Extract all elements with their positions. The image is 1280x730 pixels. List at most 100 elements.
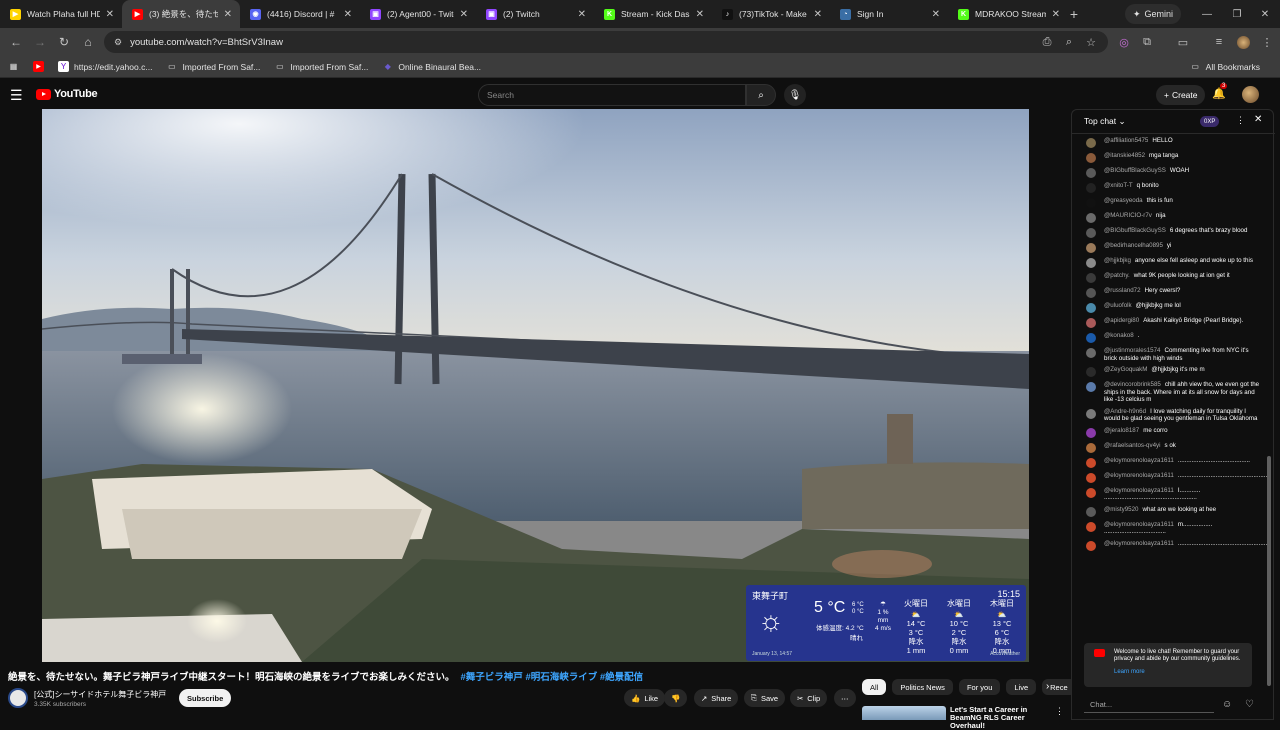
search-icon[interactable]: ⌕ — [746, 84, 776, 106]
tab-close-icon[interactable]: ✕ — [106, 9, 114, 20]
like-button[interactable]: 👍 Like — [624, 689, 666, 707]
maximize-icon[interactable]: ❐ — [1222, 0, 1252, 28]
chip-3[interactable]: Live — [1006, 679, 1037, 695]
chat-author[interactable]: @xnitoT-T — [1104, 182, 1133, 189]
chat-avatar[interactable] — [1086, 303, 1096, 313]
chat-author[interactable]: @apidergi80 — [1104, 317, 1139, 324]
chat-avatar[interactable] — [1086, 521, 1096, 532]
close-window-icon[interactable]: ✕ — [1250, 0, 1280, 28]
tab-close-icon[interactable]: ✕ — [814, 9, 822, 20]
home-icon[interactable]: ⌂ — [76, 30, 100, 54]
chat-author[interactable]: @bedirhancelha0895 — [1104, 242, 1163, 249]
chat-avatar[interactable] — [1086, 258, 1096, 268]
chat-avatar[interactable] — [1086, 198, 1096, 208]
browser-tab[interactable]: K MDRAKOO Stream ✕ — [948, 0, 1068, 28]
chat-author[interactable]: @russland72 — [1104, 287, 1141, 294]
avatar[interactable] — [1242, 86, 1259, 103]
chat-avatar[interactable] — [1086, 183, 1096, 193]
chat-avatar[interactable] — [1086, 408, 1096, 419]
create-button[interactable]: + Create — [1156, 85, 1206, 105]
bookmark-item[interactable]: ▭ Imported From Saf... — [166, 61, 260, 72]
bookmark-star-icon[interactable]: ☆ — [1080, 31, 1102, 53]
chat-avatar[interactable] — [1086, 318, 1096, 328]
tab-close-icon[interactable]: ✕ — [932, 9, 940, 20]
profile-avatar-icon[interactable] — [1232, 31, 1254, 53]
tab-close-icon[interactable]: ✕ — [1052, 9, 1060, 20]
chat-avatar[interactable] — [1086, 288, 1096, 298]
chat-author[interactable]: @itanskie4852 — [1104, 152, 1145, 159]
chat-avatar[interactable] — [1086, 506, 1096, 517]
back-icon[interactable]: ← — [4, 30, 28, 54]
chip-1[interactable]: Politics News — [892, 679, 953, 695]
chat-avatar[interactable] — [1086, 487, 1096, 498]
chat-avatar[interactable] — [1086, 273, 1096, 283]
subscribe-button[interactable]: Subscribe — [179, 689, 232, 707]
tab-close-icon[interactable]: ✕ — [224, 9, 232, 20]
chat-author[interactable]: @eloymorenoloayza1611 — [1104, 521, 1174, 528]
browser-tab[interactable]: ▶ (3) 絶景を、待たせな ✕ — [122, 0, 240, 28]
chat-avatar[interactable] — [1086, 382, 1096, 392]
recommended-thumbnail[interactable] — [862, 706, 946, 720]
browser-tab[interactable]: ▶ Watch Plaha full HD ✕ — [0, 0, 122, 28]
chat-author[interactable]: @uluofolk — [1104, 302, 1132, 309]
chat-avatar[interactable] — [1086, 472, 1096, 483]
browser-menu-icon[interactable]: ⋮ — [1256, 31, 1278, 53]
extension-icon[interactable]: ◎ — [1113, 31, 1135, 53]
chat-author[interactable]: @patchy. — [1104, 272, 1130, 279]
chat-author[interactable]: @eloymorenoloayza1611 — [1104, 540, 1174, 547]
chat-author[interactable]: @rafaelsantos-qv4yi — [1104, 442, 1161, 449]
chat-avatar[interactable] — [1086, 333, 1096, 343]
browser-tab[interactable]: K Stream - Kick Dashb ✕ — [594, 0, 712, 28]
bookmark-item[interactable]: ▭ Imported From Saf... — [274, 61, 368, 72]
url-field[interactable]: ⚙ youtube.com/watch?v=BhtSrV3Inaw — [104, 31, 1108, 53]
reading-list-icon[interactable]: ≡ — [1208, 31, 1230, 53]
new-tab-button[interactable]: + — [1062, 6, 1086, 22]
chat-scrollbar[interactable] — [1267, 136, 1271, 686]
chat-author[interactable]: @hjjkbjkg — [1104, 257, 1131, 264]
site-info-icon[interactable]: ⚙ — [114, 37, 122, 48]
learn-more-link[interactable]: Learn more — [1114, 669, 1246, 676]
bookmark-item[interactable]: ◆ Online Binaural Bea... — [382, 61, 481, 72]
recommended-more-icon[interactable]: ⋮ — [1055, 706, 1064, 717]
browser-tab[interactable]: ◔ Sign In ✕ — [830, 0, 948, 28]
browser-tab[interactable]: ▣ (2) Twitch ✕ — [476, 0, 594, 28]
chat-avatar[interactable] — [1086, 540, 1096, 551]
share-button[interactable]: ↗ Share — [694, 689, 739, 707]
hamburger-menu-icon[interactable]: ☰ — [10, 87, 23, 104]
emoji-icon[interactable]: ☺ — [1222, 699, 1232, 710]
browser-tab[interactable]: ◉ (4416) Discord | # ✕ — [240, 0, 360, 28]
channel-avatar[interactable] — [8, 688, 28, 708]
chat-author[interactable]: @Andre-h9n6d — [1104, 408, 1146, 415]
chat-author[interactable]: @BIGbuffBlackGuySS — [1104, 227, 1166, 234]
browser-tab[interactable]: ♪ (73)TikTok - Make Y ✕ — [712, 0, 830, 28]
chat-more-icon[interactable]: ⋮ — [1236, 115, 1245, 126]
chat-avatar[interactable] — [1086, 138, 1096, 148]
chat-avatar[interactable] — [1086, 243, 1096, 253]
extensions-puzzle-icon[interactable]: ⧉ — [1136, 31, 1158, 53]
chat-author[interactable]: @ZeyGoquakM — [1104, 366, 1147, 373]
video-hashtags[interactable]: #舞子ビラ神戸 #明石海峡ライブ #絶景配信 — [461, 672, 644, 683]
minimize-icon[interactable]: — — [1192, 0, 1222, 28]
channel-name[interactable]: [公式]シーサイドホテル舞子ビラ神戸 — [34, 689, 166, 700]
chat-avatar[interactable] — [1086, 367, 1096, 377]
heart-icon[interactable]: ♡ — [1245, 699, 1254, 710]
tab-close-icon[interactable]: ✕ — [696, 9, 704, 20]
chat-author[interactable]: @BIGbuffBlackGuySS — [1104, 167, 1166, 174]
chat-avatar[interactable] — [1086, 427, 1096, 438]
chat-avatar[interactable] — [1086, 213, 1096, 223]
notifications-bell-icon[interactable]: 🔔 3 — [1212, 83, 1228, 100]
install-app-icon[interactable]: ⎙ — [1036, 31, 1058, 53]
more-actions-icon[interactable]: ⋯ — [834, 689, 856, 707]
search-input[interactable]: Search — [478, 84, 746, 106]
recommended-title[interactable]: Let's Start a Career in BeamNG RLS Caree… — [950, 706, 1060, 730]
tab-close-icon[interactable]: ✕ — [578, 9, 586, 20]
chat-author[interactable]: @greasyeoda — [1104, 197, 1143, 204]
tab-close-icon[interactable]: ✕ — [344, 9, 352, 20]
chat-avatar[interactable] — [1086, 348, 1096, 358]
chat-author[interactable]: @devincorobrink585 — [1104, 381, 1161, 388]
chat-author[interactable]: @konako8 — [1104, 332, 1134, 339]
all-bookmarks[interactable]: ▭ All Bookmarks — [1190, 61, 1260, 72]
bookmark-item[interactable]: Yhttps://edit.yahoo.c... — [58, 61, 152, 72]
video-player[interactable]: 東舞子町 15:15 ☼ 5 °C 6 °C 0 °C 体感温度: 4.2 °C … — [42, 109, 1029, 662]
close-chat-icon[interactable]: ✕ — [1254, 114, 1262, 125]
